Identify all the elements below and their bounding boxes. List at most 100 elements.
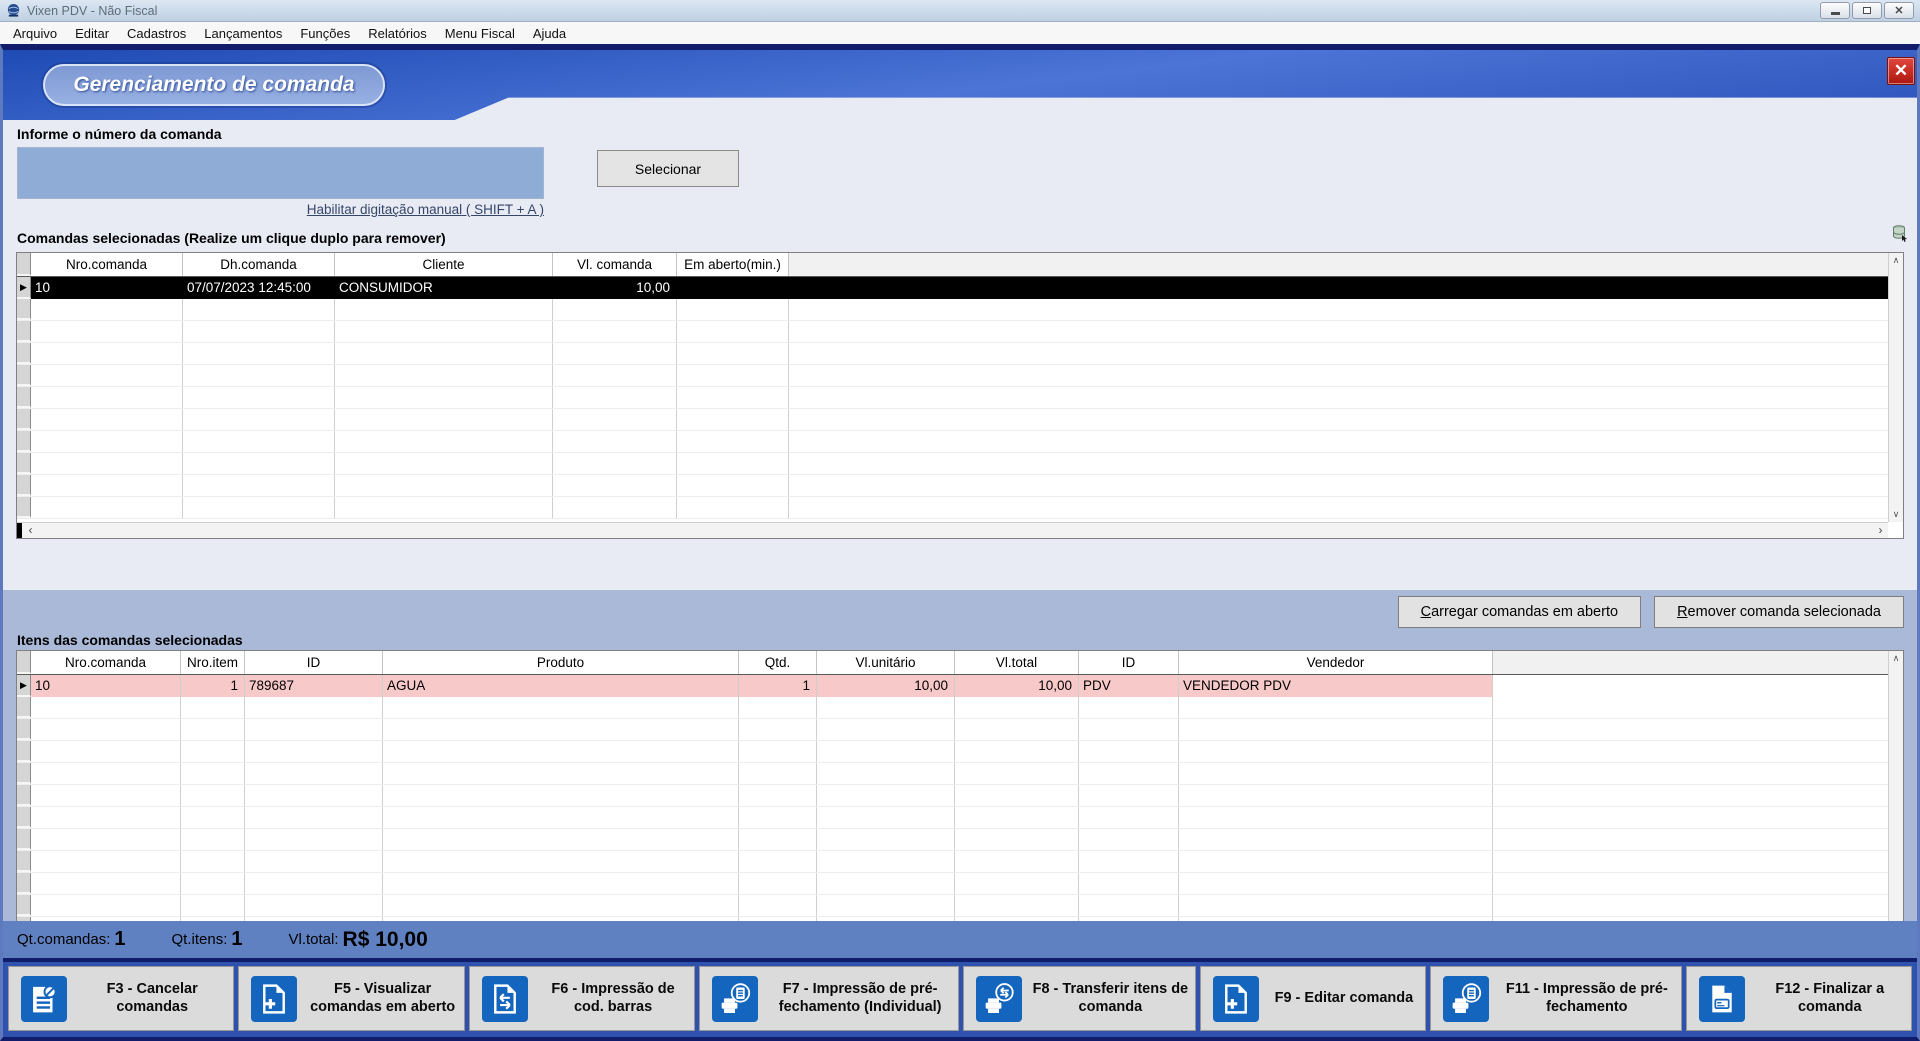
table-cell — [817, 785, 955, 806]
column-header[interactable]: Em aberto(min.) — [677, 253, 789, 276]
table-cell[interactable]: CONSUMIDOR — [335, 277, 553, 299]
table-cell — [553, 409, 677, 430]
function-button-f3[interactable]: F3 - Cancelar comandas — [8, 966, 234, 1031]
remover-comanda-button[interactable]: Remover comanda selecionada — [1654, 596, 1904, 628]
table-cell — [817, 807, 955, 828]
table-cell — [245, 851, 383, 872]
table-cell-filler — [789, 365, 1888, 386]
menu-item-funções[interactable]: Funções — [291, 24, 359, 43]
table-cell[interactable]: AGUA — [383, 675, 739, 697]
table-cell-filler — [1493, 851, 1888, 872]
table-cell — [1179, 807, 1493, 828]
function-button-f5[interactable]: F5 - Visualizar comandas em aberto — [238, 966, 464, 1031]
table-cell-filler — [789, 431, 1888, 452]
scroll-down-icon[interactable]: ∨ — [1889, 507, 1903, 522]
comandas-horizontal-scrollbar[interactable]: ‹ › — [17, 522, 1888, 538]
column-header[interactable]: Vl.total — [955, 651, 1079, 674]
row-indicator: ▶ — [17, 277, 31, 299]
table-cell — [181, 697, 245, 718]
comanda-number-input[interactable] — [17, 147, 544, 199]
function-button-f12[interactable]: F12 - Finalizar a comanda — [1686, 966, 1912, 1031]
column-header[interactable]: ID — [245, 651, 383, 674]
table-cell — [1179, 851, 1493, 872]
table-cell[interactable]: 10,00 — [817, 675, 955, 697]
scroll-up-icon[interactable]: ∧ — [1889, 253, 1903, 268]
table-cell[interactable]: 10,00 — [553, 277, 677, 299]
function-button-label: F9 - Editar comanda — [1267, 990, 1421, 1007]
function-button-f7[interactable]: F7 - Impressão de pré-fechamento (Indivi… — [699, 966, 959, 1031]
column-header[interactable]: Nro.comanda — [31, 651, 181, 674]
row-indicator — [17, 895, 31, 916]
column-header[interactable]: Produto — [383, 651, 739, 674]
row-indicator — [17, 321, 31, 342]
table-cell — [553, 365, 677, 386]
menu-item-relatórios[interactable]: Relatórios — [359, 24, 436, 43]
menu-item-editar[interactable]: Editar — [66, 24, 118, 43]
function-button-label: F12 - Finalizar a comanda — [1753, 981, 1907, 1016]
column-header[interactable]: Nro.item — [181, 651, 245, 674]
comanda-entry-area: Informe o número da comanda Selecionar H… — [3, 120, 1917, 217]
table-cell — [335, 431, 553, 452]
table-cell-filler — [789, 321, 1888, 342]
menu-item-lançamentos[interactable]: Lançamentos — [195, 24, 291, 43]
comandas-vertical-scrollbar[interactable]: ∧ ∨ — [1888, 253, 1903, 522]
menu-item-ajuda[interactable]: Ajuda — [524, 24, 575, 43]
table-cell[interactable] — [677, 277, 789, 299]
scroll-right-icon[interactable]: › — [1873, 523, 1888, 538]
table-cell[interactable]: 10 — [31, 277, 183, 299]
table-row[interactable]: ▶1007/07/2023 12:45:00CONSUMIDOR10,00 — [17, 277, 1888, 299]
table-cell — [677, 321, 789, 342]
table-cell — [553, 453, 677, 474]
database-icon[interactable] — [1891, 224, 1909, 242]
column-header[interactable]: ID — [1079, 651, 1179, 674]
column-header[interactable]: Vl.unitário — [817, 651, 955, 674]
table-cell — [1079, 741, 1179, 762]
selecionar-button[interactable]: Selecionar — [597, 150, 739, 187]
table-cell[interactable]: PDV — [1079, 675, 1179, 697]
table-cell — [181, 741, 245, 762]
table-cell[interactable]: 1 — [739, 675, 817, 697]
menu-item-arquivo[interactable]: Arquivo — [4, 24, 66, 43]
function-button-f9[interactable]: F9 - Editar comanda — [1200, 966, 1426, 1031]
function-button-f6[interactable]: F6 - Impressão de cod. barras — [469, 966, 695, 1031]
restore-button[interactable] — [1852, 2, 1882, 19]
column-header[interactable]: Dh.comanda — [183, 253, 335, 276]
table-cell — [383, 785, 739, 806]
table-cell — [817, 741, 955, 762]
table-cell — [817, 697, 955, 718]
column-header[interactable]: Cliente — [335, 253, 553, 276]
scroll-corner-bar — [17, 523, 22, 538]
table-cell[interactable]: 07/07/2023 12:45:00 — [183, 277, 335, 299]
table-cell-filler — [789, 497, 1888, 518]
carregar-comandas-button[interactable]: Carregar comandas em aberto — [1398, 596, 1641, 628]
menu-item-menu-fiscal[interactable]: Menu Fiscal — [436, 24, 524, 43]
column-header[interactable]: Vl. comanda — [553, 253, 677, 276]
close-panel-button[interactable]: ✕ — [1887, 57, 1915, 85]
table-cell — [31, 763, 181, 784]
function-button-f8[interactable]: F8 - Transferir itens de comanda — [963, 966, 1196, 1031]
table-cell[interactable]: VENDEDOR PDV — [1179, 675, 1493, 697]
table-cell[interactable]: 10 — [31, 675, 181, 697]
column-header[interactable]: Nro.comanda — [31, 253, 183, 276]
table-cell — [31, 895, 181, 916]
scroll-up-icon[interactable]: ∧ — [1889, 651, 1903, 666]
column-header[interactable]: Qtd. — [739, 651, 817, 674]
row-indicator — [17, 741, 31, 762]
function-button-f11[interactable]: F11 - Impressão de pré-fechamento — [1430, 966, 1681, 1031]
table-cell — [245, 741, 383, 762]
table-cell-filler — [1493, 829, 1888, 850]
table-row[interactable]: ▶101789687AGUA110,0010,00PDVVENDEDOR PDV — [17, 675, 1888, 697]
scroll-left-icon[interactable]: ‹ — [23, 523, 38, 538]
close-window-button[interactable]: ✕ — [1884, 2, 1914, 19]
manual-entry-link[interactable]: Habilitar digitação manual ( SHIFT + A ) — [17, 202, 544, 217]
table-cell[interactable]: 1 — [181, 675, 245, 697]
table-cell[interactable]: 789687 — [245, 675, 383, 697]
row-indicator — [17, 497, 31, 518]
column-header[interactable]: Vendedor — [1179, 651, 1493, 674]
table-cell[interactable]: 10,00 — [955, 675, 1079, 697]
menu-item-cadastros[interactable]: Cadastros — [118, 24, 195, 43]
table-row-empty — [17, 763, 1888, 785]
minimize-button[interactable] — [1820, 2, 1850, 19]
table-cell — [1179, 763, 1493, 784]
itens-vertical-scrollbar[interactable]: ∧ ∨ — [1888, 651, 1903, 958]
